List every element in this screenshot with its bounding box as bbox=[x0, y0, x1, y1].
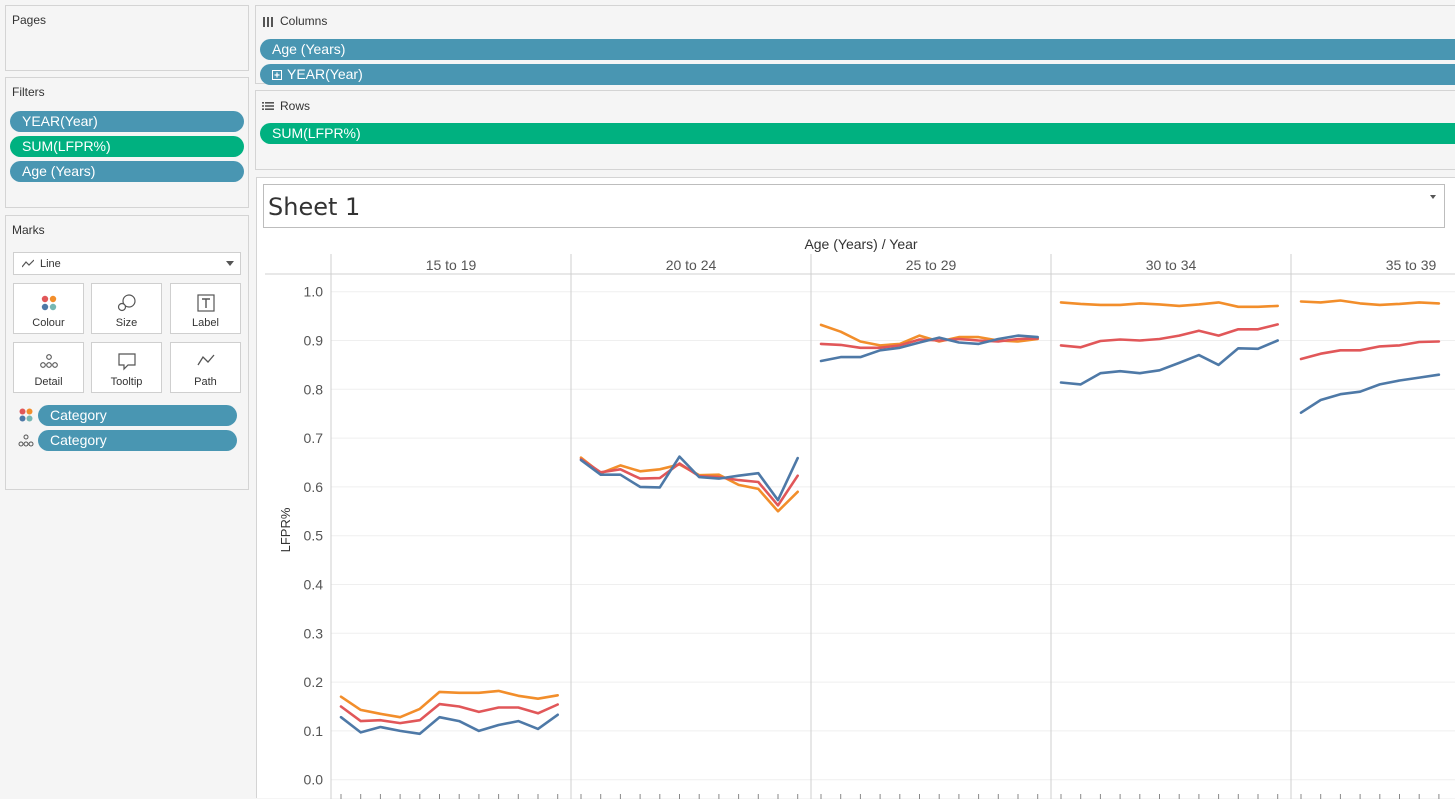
panel-header-label: 30 to 34 bbox=[1146, 257, 1197, 273]
rows-shelf: Rows SUM(LFPR%) bbox=[255, 90, 1455, 170]
axis-header: Age (Years) / Year bbox=[804, 236, 917, 252]
columns-shelf-label: Columns bbox=[262, 14, 327, 28]
colour-icon bbox=[19, 408, 33, 422]
worksheet-view: Sheet 1 Age (Years) / Year 1.0 0.9 0.8 0.7 0.… bbox=[256, 177, 1455, 799]
y-tick-label: 0.1 bbox=[304, 723, 324, 739]
mark-type-label: Line bbox=[40, 257, 61, 270]
tooltip-label: Tooltip bbox=[110, 376, 143, 388]
series-line bbox=[1059, 323, 1280, 349]
panel-header-label: 35 to 39 bbox=[1386, 257, 1437, 273]
y-tick-label: 0.9 bbox=[304, 333, 324, 349]
y-tick-label: 0.3 bbox=[304, 625, 324, 641]
size-label: Size bbox=[115, 317, 138, 329]
path-icon bbox=[196, 354, 214, 366]
colour-label: Colour bbox=[32, 317, 65, 329]
panel-header-label: 25 to 29 bbox=[906, 257, 957, 273]
line-icon bbox=[22, 259, 34, 267]
columns-icon bbox=[263, 16, 273, 27]
rows-shelf-label: Rows bbox=[262, 99, 310, 113]
y-tick-label: 0.5 bbox=[304, 528, 324, 544]
size-icon bbox=[117, 294, 136, 312]
y-tick-label: 0.7 bbox=[304, 430, 324, 446]
detail-icon bbox=[18, 434, 34, 447]
series-line bbox=[1299, 340, 1441, 361]
detail-label: Detail bbox=[34, 376, 63, 388]
series-line bbox=[1059, 339, 1280, 386]
detail-button[interactable]: Detail bbox=[13, 342, 84, 393]
marks-title: Marks bbox=[12, 223, 45, 237]
y-tick-label: 0.2 bbox=[304, 674, 324, 690]
colour-button[interactable]: Colour bbox=[13, 283, 84, 334]
chevron-down-icon bbox=[226, 261, 234, 266]
tooltip-icon bbox=[117, 353, 136, 371]
label-label: Label bbox=[192, 317, 219, 329]
marks-colour-field-pill[interactable]: Category bbox=[38, 405, 237, 426]
pages-card: Pages bbox=[5, 5, 249, 71]
filter-pill-lfpr[interactable]: SUM(LFPR%) bbox=[10, 136, 244, 157]
series-line bbox=[819, 323, 1040, 347]
filter-pill-year[interactable]: YEAR(Year) bbox=[10, 111, 244, 132]
y-tick-label: 0.0 bbox=[304, 772, 324, 788]
marks-card: Marks Line Colour Size Label Detail Tool… bbox=[5, 215, 249, 490]
filter-pill-age[interactable]: Age (Years) bbox=[10, 161, 244, 182]
rows-pill-lfpr[interactable]: SUM(LFPR%) bbox=[260, 123, 1455, 144]
panel-header-label: 20 to 24 bbox=[666, 257, 717, 273]
columns-shelf: Columns Age (Years) YEAR(Year) bbox=[255, 5, 1455, 85]
label-button[interactable]: Label bbox=[170, 283, 241, 334]
y-tick-label: 0.8 bbox=[304, 381, 324, 397]
marks-detail-field-pill[interactable]: Category bbox=[38, 430, 237, 451]
series-line bbox=[1059, 301, 1280, 309]
columns-pill-age[interactable]: Age (Years) bbox=[260, 39, 1455, 60]
expand-icon[interactable] bbox=[272, 69, 282, 80]
rows-icon bbox=[262, 102, 274, 110]
mark-type-dropdown[interactable]: Line bbox=[13, 252, 241, 275]
filters-card: Filters YEAR(Year) SUM(LFPR%) Age (Years… bbox=[5, 77, 249, 208]
label-icon bbox=[196, 294, 215, 312]
tooltip-button[interactable]: Tooltip bbox=[91, 342, 162, 393]
series-line bbox=[579, 455, 800, 502]
lfpr-line-chart: Age (Years) / Year 1.0 0.9 0.8 0.7 0.6 0.5 0.4 0… bbox=[265, 236, 1455, 799]
series-line bbox=[1299, 299, 1441, 307]
colour-icon bbox=[41, 295, 56, 311]
y-axis-label: LFPR% bbox=[278, 507, 293, 552]
filters-title: Filters bbox=[12, 85, 45, 99]
columns-pill-year-label: YEAR(Year) bbox=[287, 66, 363, 82]
y-tick-label: 1.0 bbox=[304, 284, 324, 300]
y-tick-label: 0.6 bbox=[304, 479, 324, 495]
detail-icon bbox=[39, 354, 58, 368]
y-tick-label: 0.4 bbox=[304, 577, 324, 593]
path-button[interactable]: Path bbox=[170, 342, 241, 393]
size-button[interactable]: Size bbox=[91, 283, 162, 334]
pages-title: Pages bbox=[12, 13, 47, 27]
path-label: Path bbox=[194, 376, 217, 388]
series-line bbox=[1299, 373, 1441, 414]
columns-pill-year[interactable]: YEAR(Year) bbox=[260, 64, 1455, 85]
panel-header-label: 15 to 19 bbox=[426, 257, 477, 273]
